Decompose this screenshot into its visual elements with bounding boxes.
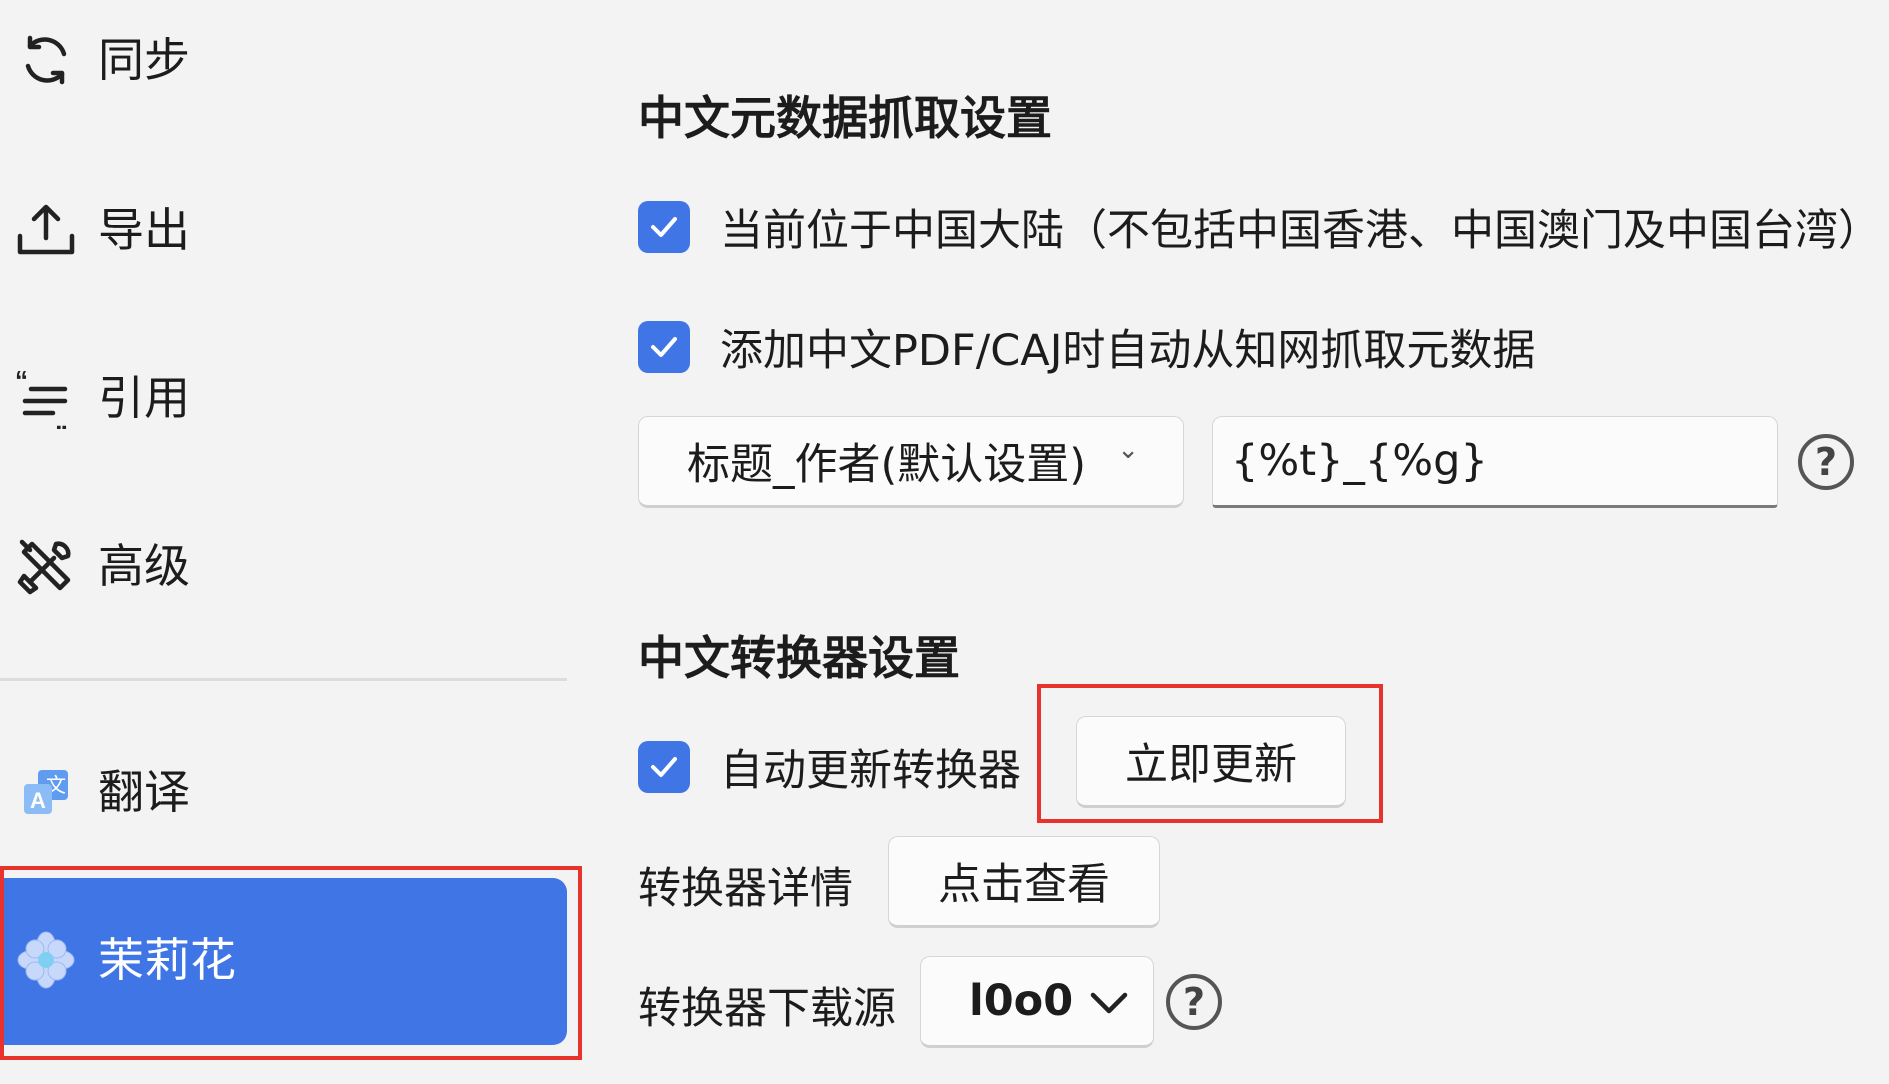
chevron-down-icon: ⌄ xyxy=(1117,435,1139,465)
highlight-box-sidebar xyxy=(0,866,582,1060)
sync-icon xyxy=(14,28,78,92)
sidebar-item-sync[interactable]: 同步 xyxy=(0,10,567,110)
converter-source-label: 转换器下载源 xyxy=(638,984,896,1034)
input-value: {%t}_{%g} xyxy=(1231,436,1488,486)
checkbox-checked[interactable] xyxy=(638,741,690,793)
select-value: l0o0 xyxy=(969,976,1074,1026)
export-icon xyxy=(14,198,78,262)
sidebar-divider xyxy=(0,678,567,681)
sidebar-item-advanced[interactable]: 高级 xyxy=(0,516,567,616)
option-label: 添加中文PDF/CAJ时自动从知网抓取元数据 xyxy=(720,326,1536,376)
svg-text:“: “ xyxy=(15,367,28,395)
svg-text:„: „ xyxy=(55,405,68,429)
sidebar-item-translate[interactable]: 文 A 翻译 xyxy=(0,742,567,842)
sidebar-item-export[interactable]: 导出 xyxy=(0,180,567,280)
option-label: 当前位于中国大陆（不包括中国香港、中国澳门及中国台湾） xyxy=(720,206,1881,256)
select-value: 标题_作者(默认设置) xyxy=(687,440,1087,490)
sidebar-item-label: 导出 xyxy=(98,203,190,257)
sidebar-item-label: 翻译 xyxy=(98,765,190,819)
sidebar-item-label: 高级 xyxy=(98,539,190,593)
translate-icon: 文 A xyxy=(14,760,78,824)
option-mainland-china[interactable]: 当前位于中国大陆（不包括中国香港、中国澳门及中国台湾） xyxy=(638,196,1881,258)
sidebar-item-label: 引用 xyxy=(98,371,190,425)
rename-template-input[interactable]: {%t}_{%g} xyxy=(1212,416,1778,508)
section-title-metadata: 中文元数据抓取设置 xyxy=(638,91,1052,145)
section-title-converter: 中文转换器设置 xyxy=(638,631,960,685)
checkbox-checked[interactable] xyxy=(638,321,690,373)
option-auto-update-converter[interactable]: 自动更新转换器 xyxy=(638,736,1021,798)
highlight-box-update xyxy=(1037,684,1383,823)
view-details-button[interactable]: 点击查看 xyxy=(888,836,1160,928)
option-auto-fetch-cnki[interactable]: 添加中文PDF/CAJ时自动从知网抓取元数据 xyxy=(638,316,1535,378)
sidebar-item-label: 同步 xyxy=(98,33,190,87)
rename-format-select[interactable]: 标题_作者(默认设置) ⌄ xyxy=(638,416,1184,508)
help-icon[interactable]: ? xyxy=(1166,974,1222,1030)
svg-text:A: A xyxy=(30,788,46,813)
checkbox-checked[interactable] xyxy=(638,201,690,253)
converter-source-select[interactable]: l0o0 xyxy=(920,956,1154,1048)
chevron-down-icon xyxy=(1090,992,1128,1014)
help-icon[interactable]: ? xyxy=(1798,434,1854,490)
tools-icon xyxy=(14,534,78,598)
converter-details-label: 转换器详情 xyxy=(638,864,853,914)
option-label: 自动更新转换器 xyxy=(720,746,1021,796)
cite-icon: “ „ xyxy=(14,366,78,430)
sidebar-item-cite[interactable]: “ „ 引用 xyxy=(0,348,567,448)
